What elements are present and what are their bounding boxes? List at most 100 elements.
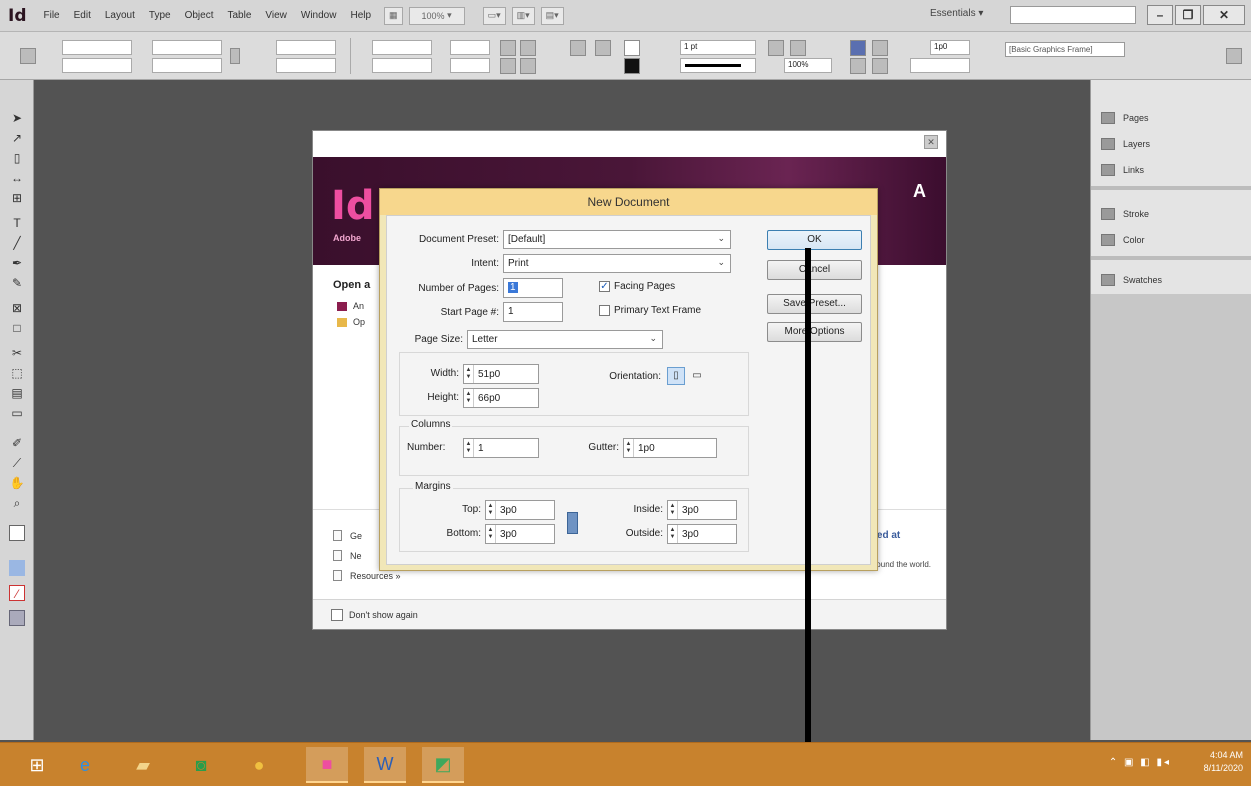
menu-view[interactable]: View — [258, 10, 294, 21]
columns-number-input[interactable]: ▲ ▼ 1 — [463, 438, 539, 458]
zoom-tool-icon[interactable] — [768, 40, 784, 56]
link-margins-icon[interactable] — [567, 512, 578, 534]
pt-field[interactable]: 1p0 — [930, 40, 970, 55]
note-tool-icon[interactable]: ✐ — [9, 435, 25, 451]
opacity-field[interactable]: 100% — [784, 58, 832, 73]
intent-select[interactable]: Print ⌄ — [503, 254, 731, 273]
spinner-arrows-icon[interactable]: ▲ ▼ — [486, 501, 496, 519]
x-field[interactable] — [62, 40, 132, 55]
menu-window[interactable]: Window — [294, 10, 344, 21]
free-transform-tool-icon[interactable]: ⬚ — [9, 365, 25, 381]
chrome-icon[interactable]: ● — [238, 747, 280, 783]
panel-links[interactable]: Links — [1101, 164, 1144, 176]
menu-help[interactable]: Help — [343, 10, 378, 21]
page-tool-icon[interactable]: ▯ — [9, 150, 25, 166]
stroke-weight-field[interactable]: 1 pt — [680, 40, 756, 55]
formatting-icon[interactable] — [9, 560, 25, 576]
rectangle-tool-icon[interactable]: □ — [9, 320, 25, 336]
select-content-icon[interactable] — [520, 58, 536, 74]
distribute-icon[interactable] — [872, 58, 888, 74]
resource-item-getting-started[interactable]: Ge — [333, 530, 362, 541]
menu-edit[interactable]: Edit — [67, 10, 98, 21]
panel-swatches[interactable]: Swatches — [1101, 274, 1162, 286]
panel-layers[interactable]: Layers — [1101, 138, 1150, 150]
pen-tool-icon[interactable]: ✒ — [9, 255, 25, 271]
selection-tool-icon[interactable]: ➤ — [9, 110, 25, 126]
spinner-arrows-icon[interactable]: ▲ ▼ — [668, 525, 678, 543]
fill-swatch[interactable] — [624, 40, 640, 56]
pencil-tool-icon[interactable]: ✎ — [9, 275, 25, 291]
spinner-arrows-icon[interactable]: ▲ ▼ — [624, 439, 634, 457]
paint-taskbar-icon[interactable]: ◩ — [422, 747, 464, 783]
gap-tool-icon[interactable]: ↔ — [9, 170, 25, 186]
indesign-taskbar-icon[interactable]: ■ — [306, 747, 348, 783]
start-page-input[interactable]: 1 — [503, 302, 563, 322]
h-field[interactable] — [152, 58, 222, 73]
spinner-arrows-icon[interactable]: ▲ ▼ — [668, 501, 678, 519]
shear-field[interactable] — [372, 58, 432, 73]
portrait-orientation-icon[interactable]: ▯ — [667, 367, 685, 385]
more-options-button[interactable]: More Options — [767, 322, 862, 342]
angle-field-2[interactable] — [450, 58, 490, 73]
spinner-arrows-icon[interactable]: ▲ ▼ — [464, 439, 474, 457]
rotation-field[interactable] — [372, 40, 432, 55]
direct-selection-tool-icon[interactable]: ↗ — [9, 130, 25, 146]
menu-type[interactable]: Type — [142, 10, 178, 21]
workspace-switcher[interactable]: Essentials ▾ — [930, 8, 983, 19]
panel-color[interactable]: Color — [1101, 234, 1145, 246]
close-button[interactable]: ✕ — [1203, 5, 1245, 25]
internet-explorer-icon[interactable]: e — [64, 747, 106, 783]
primary-text-frame-checkbox[interactable]: Primary Text Frame — [599, 305, 701, 316]
outside-margin-input[interactable]: ▲ ▼ 3p0 — [667, 524, 737, 544]
start-button-icon[interactable]: ⊞ — [16, 747, 58, 783]
document-preset-select[interactable]: [Default] ⌄ — [503, 230, 731, 249]
width-input[interactable]: ▲ ▼ 51p0 — [463, 364, 539, 384]
spinner-arrows-icon[interactable]: ▲ ▼ — [464, 389, 474, 407]
spinner-arrows-icon[interactable]: ▲ ▼ — [486, 525, 496, 543]
rotate-icon[interactable] — [500, 40, 516, 56]
stroke-type-select[interactable] — [680, 58, 756, 73]
stroke-color-icon[interactable] — [595, 40, 611, 56]
fill-stroke-icon[interactable] — [9, 525, 25, 541]
effects-icon[interactable] — [850, 40, 866, 56]
save-preset-button[interactable]: Save Preset... — [767, 294, 862, 314]
number-of-pages-input[interactable]: 1 — [503, 278, 563, 298]
screen-mode-icon[interactable] — [9, 610, 25, 626]
word-taskbar-icon[interactable]: W — [364, 747, 406, 783]
bottom-margin-input[interactable]: ▲ ▼ 3p0 — [485, 524, 555, 544]
angle-field[interactable] — [450, 40, 490, 55]
panel-pages[interactable]: Pages — [1101, 112, 1149, 124]
page-size-select[interactable]: Letter ⌄ — [467, 330, 663, 349]
constrain-icon[interactable] — [230, 48, 240, 64]
gradient-feather-tool-icon[interactable]: ▭ — [9, 405, 25, 421]
reference-point-icon[interactable] — [20, 48, 36, 64]
select-container-icon[interactable] — [500, 58, 516, 74]
scale-y-field[interactable] — [276, 58, 336, 73]
w-field[interactable] — [152, 40, 222, 55]
menu-table[interactable]: Table — [220, 10, 258, 21]
resource-item-new-features[interactable]: Ne — [333, 550, 362, 561]
menu-file[interactable]: File — [37, 10, 67, 21]
y-field[interactable] — [62, 58, 132, 73]
grid-icon[interactable] — [790, 40, 806, 56]
stroke-swatch[interactable] — [624, 58, 640, 74]
hand-tool-icon[interactable]: ✋ — [9, 475, 25, 491]
flip-icon[interactable] — [520, 40, 536, 56]
spinner-arrows-icon[interactable]: ▲ ▼ — [464, 365, 474, 383]
panel-stroke[interactable]: Stroke — [1101, 208, 1149, 220]
help-search-input[interactable] — [1010, 6, 1136, 24]
resource-item-resources[interactable]: Resources » — [333, 570, 401, 581]
facing-pages-checkbox[interactable]: ✓ Facing Pages — [599, 281, 675, 292]
apply-none-icon[interactable]: ⁄ — [9, 585, 25, 601]
content-collector-icon[interactable]: ⊞ — [9, 190, 25, 206]
file-explorer-icon[interactable]: ▰ — [122, 747, 164, 783]
menu-object[interactable]: Object — [178, 10, 221, 21]
minimize-button[interactable]: – — [1147, 5, 1173, 25]
zoom-tool-icon[interactable]: ⌕ — [9, 495, 25, 511]
ok-button[interactable]: OK — [767, 230, 862, 250]
line-tool-icon[interactable]: ╱ — [9, 235, 25, 251]
panel-menu-icon[interactable] — [1226, 48, 1242, 64]
arrange-documents-button[interactable]: ▤▾ — [540, 6, 564, 25]
style-select[interactable] — [910, 58, 970, 73]
landscape-orientation-icon[interactable]: ▭ — [688, 367, 706, 385]
